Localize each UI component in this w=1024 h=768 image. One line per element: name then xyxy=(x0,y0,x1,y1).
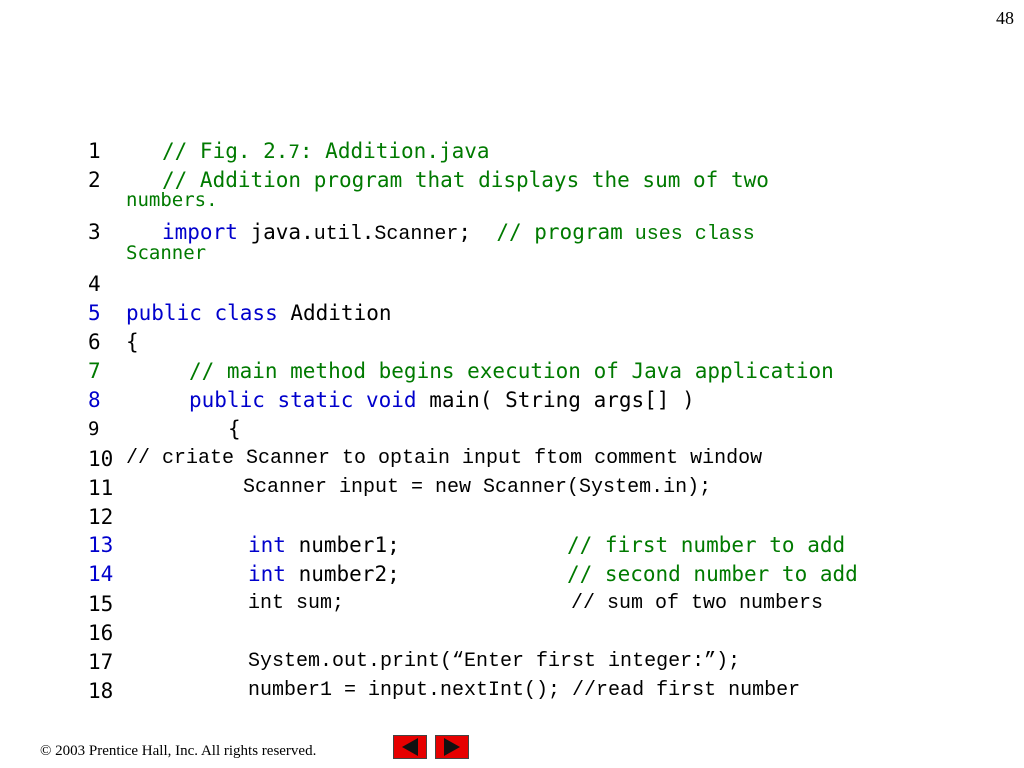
code-comment: // sum of two numbers xyxy=(571,592,824,615)
code-text: public class Addition xyxy=(126,301,392,325)
line-number: 12 xyxy=(88,505,114,529)
line-number: 5 xyxy=(88,301,101,325)
code-text: public static void main( String args[] ) xyxy=(189,388,695,412)
code-text: int number1; xyxy=(248,533,400,557)
code-text: // main method begins execution of Java … xyxy=(189,359,834,383)
line-number: 6 xyxy=(88,330,101,354)
left-arrow-icon xyxy=(402,738,418,756)
line-number: 18 xyxy=(88,679,114,703)
code-comment: // second number to add xyxy=(567,562,858,586)
code-text: import java.util.Scanner; // program use… xyxy=(162,220,755,246)
code-text-continuation: Scanner xyxy=(126,242,207,264)
code-comment: // first number to add xyxy=(567,533,846,557)
code-text: int number2; xyxy=(248,562,400,586)
copyright-symbol: © xyxy=(40,743,52,759)
copyright-text: 2003 Prentice Hall, Inc. All rights rese… xyxy=(51,743,317,759)
code-text-continuation: numbers. xyxy=(126,189,218,211)
line-number: 3 xyxy=(88,220,101,244)
line-number: 16 xyxy=(88,621,114,645)
code-text: number1 = input.nextInt(); //read first … xyxy=(248,679,801,702)
line-number: 17 xyxy=(88,650,114,674)
code-text: // criate Scanner to optain input ftom c… xyxy=(126,447,763,470)
line-number: 13 xyxy=(88,533,114,557)
next-slide-button[interactable] xyxy=(435,735,469,759)
copyright-footer: © 2003 Prentice Hall, Inc. All rights re… xyxy=(40,743,316,760)
line-number: 9 xyxy=(88,418,100,440)
code-text: int sum; xyxy=(248,592,345,615)
line-number: 7 xyxy=(88,359,101,383)
previous-slide-button[interactable] xyxy=(393,735,427,759)
right-arrow-icon xyxy=(444,738,460,756)
code-text: // Fig. 2.7: Addition.java xyxy=(162,139,490,163)
line-number: 4 xyxy=(88,272,101,296)
code-text: { xyxy=(126,330,139,354)
code-text: // Addition program that displays the su… xyxy=(162,168,769,192)
line-number: 11 xyxy=(88,476,114,500)
line-number: 10 xyxy=(88,447,114,471)
line-number: 2 xyxy=(88,168,101,192)
code-text: System.out.print(“Enter first integer:”)… xyxy=(248,650,741,673)
line-number: 8 xyxy=(88,388,101,412)
line-number: 14 xyxy=(88,562,114,586)
code-text: { xyxy=(228,417,241,441)
line-number: 1 xyxy=(88,139,101,163)
line-number: 15 xyxy=(88,592,114,616)
page-number: 48 xyxy=(996,8,1014,28)
code-text: Scanner input = new Scanner(System.in); xyxy=(243,476,712,499)
